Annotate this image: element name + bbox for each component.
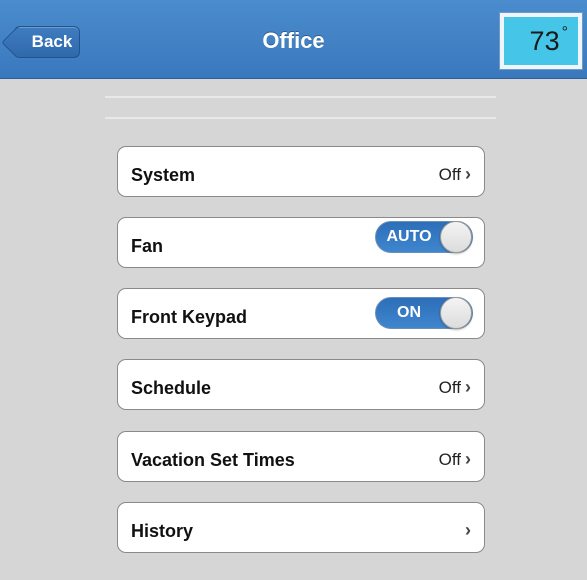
- chevron-right-icon: ›: [465, 377, 471, 397]
- toggle-label: ON: [397, 303, 421, 321]
- row-label: Fan: [131, 236, 164, 256]
- front-keypad-toggle[interactable]: ON: [375, 296, 473, 329]
- row-value: Off: [438, 449, 461, 469]
- temperature-value: 73: [529, 25, 560, 56]
- divider: [105, 96, 496, 98]
- row-system[interactable]: System Off ›: [117, 146, 485, 197]
- row-label: System: [131, 165, 196, 185]
- chevron-right-icon: ›: [465, 164, 471, 184]
- toggle-label: AUTO: [386, 227, 432, 245]
- row-history[interactable]: History ›: [117, 502, 485, 553]
- nav-header: Back Office 73 °: [0, 0, 587, 79]
- row-value: Off: [438, 164, 461, 184]
- row-front-keypad[interactable]: Front Keypad ON: [117, 288, 485, 339]
- row-vacation-set-times[interactable]: Vacation Set Times Off ›: [117, 431, 485, 482]
- chevron-right-icon: ›: [465, 449, 471, 469]
- row-label: Vacation Set Times: [131, 450, 295, 470]
- page-title: Office: [262, 28, 325, 53]
- toggle-knob[interactable]: [440, 296, 472, 329]
- app-screen: Back Office 73 ° System Off › Fan AUTO Fr…: [0, 0, 587, 580]
- row-label: History: [131, 521, 194, 541]
- temperature-display[interactable]: 73 °: [499, 12, 583, 70]
- row-fan[interactable]: Fan AUTO: [117, 217, 485, 268]
- row-schedule[interactable]: Schedule Off ›: [117, 359, 485, 410]
- temperature-unit: °: [561, 24, 568, 41]
- row-value: Off: [438, 377, 461, 397]
- row-label: Front Keypad: [131, 307, 248, 327]
- chevron-right-icon: ›: [465, 520, 471, 540]
- fan-toggle[interactable]: AUTO: [375, 220, 473, 253]
- toggle-knob[interactable]: [440, 220, 472, 253]
- divider: [105, 117, 496, 119]
- row-label: Schedule: [131, 378, 212, 398]
